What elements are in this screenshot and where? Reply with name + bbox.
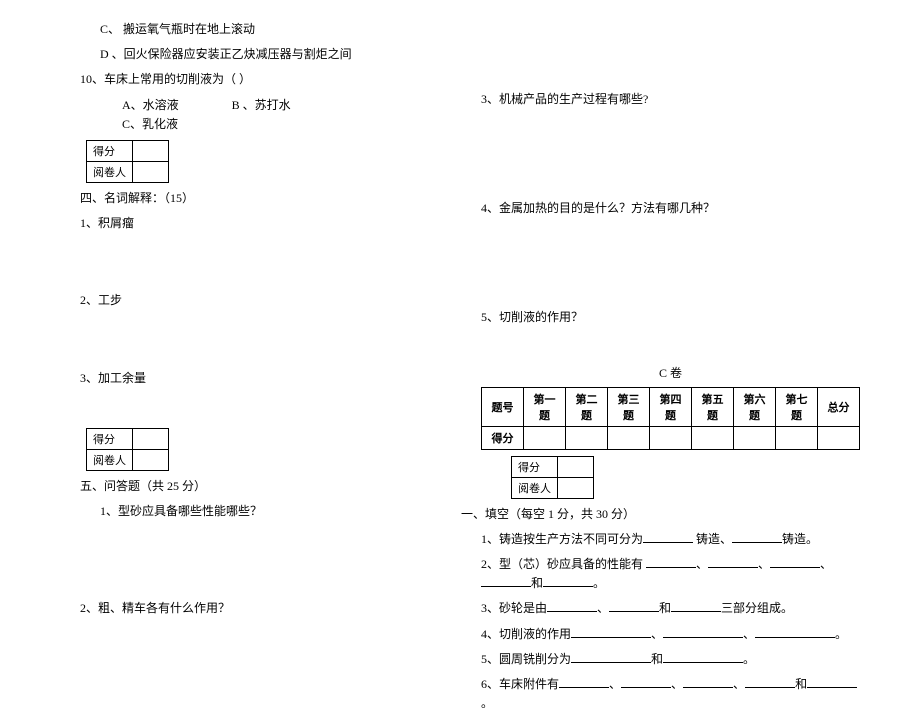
mini2-marker-label: 阅卷人 — [87, 449, 133, 470]
fill-q2: 2、型（芯）砂应具备的性能有 、、、和。 — [481, 555, 860, 593]
sec4-q2: 2、工步 — [80, 291, 421, 310]
fill-q5-b: 和 — [651, 652, 663, 666]
option-c: C、 搬运氧气瓶时在地上滚动 — [80, 20, 421, 39]
mini2-score-label: 得分 — [87, 428, 133, 449]
blank — [609, 600, 659, 612]
sec4-q3: 3、加工余量 — [80, 369, 421, 388]
sv-1 — [524, 426, 566, 449]
blank — [683, 676, 733, 688]
mini3-marker-cell — [558, 477, 594, 498]
fill-q5-a: 5、圆周铣削分为 — [481, 652, 571, 666]
section1-title: 一、填空（每空 1 分，共 30 分） — [461, 505, 860, 524]
fill-q3-a: 3、砂轮是由 — [481, 601, 547, 615]
mini3-score-cell — [558, 456, 594, 477]
blank — [732, 531, 782, 543]
fill-q2-suffix: 和 — [531, 576, 543, 590]
q10-options: A、水溶液 B 、苏打水 C、乳化液 — [80, 96, 421, 134]
sec4-q1: 1、积屑瘤 — [80, 214, 421, 233]
section4-title: 四、名词解释：（15） — [80, 189, 421, 208]
fill-q6-end: 。 — [481, 696, 493, 710]
blank — [671, 600, 721, 612]
sec5-q2: 2、粗、精车各有什么作用？ — [80, 599, 421, 618]
sv-6 — [734, 426, 776, 449]
fill-q3: 3、砂轮是由、和三部分组成。 — [481, 599, 860, 618]
right-q4: 4、金属加热的目的是什么？方法有哪几种？ — [481, 199, 860, 218]
fill-q6: 6、车床附件有、、、和。 — [481, 675, 860, 713]
fill-q2-end: 。 — [593, 576, 605, 590]
sv-3 — [608, 426, 650, 449]
hdr-0: 题号 — [482, 387, 524, 426]
fill-q6-b: 和 — [795, 677, 807, 691]
mini2-marker-cell — [133, 449, 169, 470]
hdr-1: 第一题 — [524, 387, 566, 426]
paper-c-label: C 卷 — [481, 364, 860, 381]
right-q3: 3、机械产品的生产过程有哪些? — [481, 90, 860, 109]
sec5-q1: 1、型砂应具备哪些性能哪些？ — [80, 502, 421, 521]
blank — [770, 556, 820, 568]
blank — [543, 575, 593, 587]
mini3-marker-label: 阅卷人 — [512, 477, 558, 498]
blank — [807, 676, 857, 688]
hdr-6: 第六题 — [734, 387, 776, 426]
hdr-2: 第二题 — [566, 387, 608, 426]
blank — [621, 676, 671, 688]
q10-opt-b: B 、苏打水 — [232, 96, 291, 115]
q10-opt-c: C、乳化液 — [122, 115, 178, 134]
fill-q4-end: 。 — [835, 627, 847, 641]
fill-q1-a: 1、铸造按生产方法不同可分为 — [481, 532, 643, 546]
fill-q3-b: 和 — [659, 601, 671, 615]
blank — [745, 676, 795, 688]
sv-4 — [650, 426, 692, 449]
hdr-3: 第三题 — [608, 387, 650, 426]
option-d: D 、回火保险器应安装正乙炔减压器与割炬之间 — [80, 45, 421, 64]
score-header-row: 题号 第一题 第二题 第三题 第四题 第五题 第六题 第七题 总分 — [482, 387, 860, 426]
q10-opt-a: A、水溶液 — [122, 96, 179, 115]
score-mini-table-1: 得分 阅卷人 — [86, 140, 169, 183]
blank — [663, 626, 743, 638]
fill-q1-b: 铸造、 — [693, 532, 732, 546]
hdr-8: 总分 — [818, 387, 860, 426]
score-mini-table-3: 得分 阅卷人 — [511, 456, 594, 499]
blank — [708, 556, 758, 568]
fill-q6-a: 6、车床附件有 — [481, 677, 559, 691]
blank — [547, 600, 597, 612]
mini2-score-cell — [133, 428, 169, 449]
blank — [481, 575, 531, 587]
blank — [559, 676, 609, 688]
fill-q4-a: 4、切削液的作用 — [481, 627, 571, 641]
fill-q3-c: 三部分组成。 — [721, 601, 793, 615]
score-mini-table-2: 得分 阅卷人 — [86, 428, 169, 471]
right-q5: 5、切削液的作用？ — [481, 308, 860, 327]
mini3-score-label: 得分 — [512, 456, 558, 477]
fill-q1: 1、铸造按生产方法不同可分为 铸造、 铸造。 — [481, 530, 860, 549]
hdr-7: 第七题 — [776, 387, 818, 426]
score-header-table: 题号 第一题 第二题 第三题 第四题 第五题 第六题 第七题 总分 得分 — [481, 387, 860, 450]
blank — [646, 556, 696, 568]
sv-7 — [776, 426, 818, 449]
mini-score-cell — [133, 140, 169, 161]
mini-marker-label: 阅卷人 — [87, 161, 133, 182]
mini-marker-cell — [133, 161, 169, 182]
section5-title: 五、问答题（共 25 分） — [80, 477, 421, 496]
hdr-5: 第五题 — [692, 387, 734, 426]
blank — [571, 626, 651, 638]
hdr-4: 第四题 — [650, 387, 692, 426]
blank — [643, 531, 693, 543]
sv-2 — [566, 426, 608, 449]
row2-label: 得分 — [482, 426, 524, 449]
q10-stem: 10、车床上常用的切削液为（ ） — [80, 70, 421, 89]
sv-5 — [692, 426, 734, 449]
fill-q4: 4、切削液的作用、、。 — [481, 625, 860, 644]
mini-score-label: 得分 — [87, 140, 133, 161]
fill-q5-end: 。 — [743, 652, 755, 666]
fill-q1-c: 铸造。 — [782, 532, 818, 546]
score-value-row: 得分 — [482, 426, 860, 449]
fill-q5: 5、圆周铣削分为 和 。 — [481, 650, 860, 669]
fill-q2-a: 2、型（芯）砂应具备的性能有 — [481, 557, 646, 571]
blank — [755, 626, 835, 638]
sv-8 — [818, 426, 860, 449]
